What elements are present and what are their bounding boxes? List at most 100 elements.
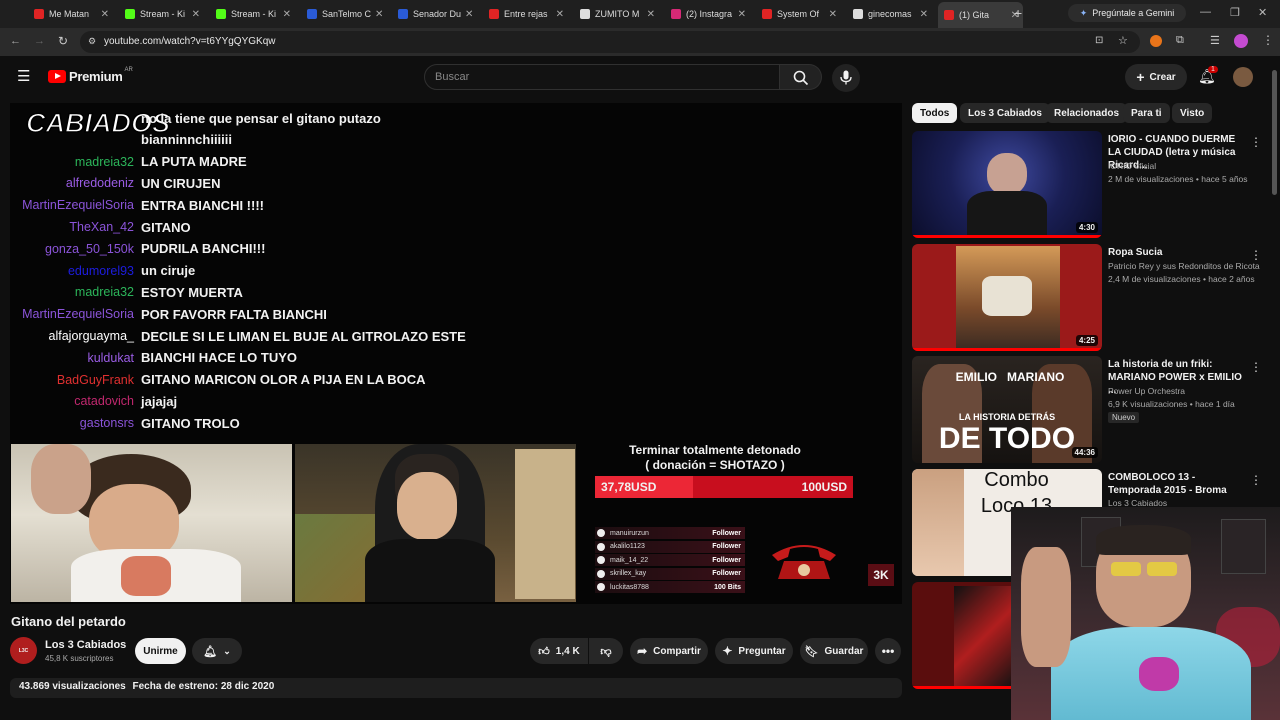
tab-close-icon[interactable]: ✕: [916, 9, 928, 20]
forward-icon[interactable]: →: [34, 35, 45, 47]
browser-tab[interactable]: Stream - Ki ✕: [210, 4, 295, 24]
plus-icon: +: [1136, 69, 1145, 85]
chat-text: PUDRILA BANCHI!!!: [141, 241, 266, 257]
chat-username: TheXan_42: [69, 220, 134, 234]
tab-close-icon[interactable]: ✕: [97, 9, 109, 20]
share-button[interactable]: ➦ Compartir: [630, 638, 708, 664]
video-meta: 2,4 M de visualizaciones • hace 2 años: [1108, 274, 1255, 284]
reload-icon[interactable]: ↻: [58, 34, 68, 48]
join-button[interactable]: Unirme: [135, 638, 186, 664]
more-options-icon[interactable]: ⋮: [1250, 248, 1262, 262]
video-thumbnail[interactable]: EMILIO MARIANO LA HISTORIA DETRÁS DE TOD…: [912, 356, 1102, 463]
save-label: Guardar: [824, 645, 864, 657]
search-input[interactable]: Buscar: [424, 64, 780, 90]
browser-tab[interactable]: Senador Du ✕: [392, 4, 477, 24]
red-telephone-image: [766, 539, 842, 588]
sidebar-scrollbar[interactable]: [1272, 70, 1277, 195]
viewer-badge: 3K: [868, 564, 894, 586]
browser-tab[interactable]: Me Matan ✕: [28, 4, 113, 24]
youtube-logo[interactable]: Premium AR: [48, 67, 133, 84]
site-info-icon[interactable]: ⚙: [88, 36, 96, 47]
channel-avatar[interactable]: L3C: [10, 637, 37, 664]
install-icon[interactable]: ⊡: [1095, 35, 1103, 46]
video-thumbnail[interactable]: 4:30: [912, 131, 1102, 238]
browser-tab[interactable]: (2) Instagra ✕: [665, 4, 750, 24]
search-icon: [793, 70, 809, 86]
browser-tab[interactable]: System Of ✕: [756, 4, 841, 24]
ask-button[interactable]: ✦ Preguntar: [715, 638, 793, 664]
reading-list-icon[interactable]: ☰: [1210, 34, 1220, 47]
tab-favicon-icon: [34, 9, 44, 19]
chat-message: catadovich jajajaj: [10, 390, 710, 412]
address-bar[interactable]: ⚙ youtube.com/watch?v=t6YYgQYGKqw ⊡ ☆: [80, 31, 1140, 53]
chat-message: MartinEzequielSoria ENTRA BIANCHI !!!!: [10, 194, 710, 216]
gemini-button[interactable]: ✦ Pregúntale a Gemini: [1068, 4, 1186, 22]
browser-toolbar: ← → ↻ ⚙ youtube.com/watch?v=t6YYgQYGKqw …: [0, 28, 1280, 56]
more-options-icon[interactable]: ⋮: [1250, 473, 1262, 487]
extension-icon[interactable]: [1150, 35, 1162, 47]
restore-icon[interactable]: ❐: [1230, 6, 1240, 19]
tab-close-icon[interactable]: ✕: [279, 9, 291, 20]
filter-chip[interactable]: Relacionados: [1046, 103, 1128, 123]
tab-label: (2) Instagra: [686, 9, 733, 19]
video-thumbnail[interactable]: 4:25: [912, 244, 1102, 351]
filter-chip[interactable]: Visto: [1172, 103, 1213, 123]
search-button[interactable]: [780, 64, 822, 90]
channel-name[interactable]: Los 3 Cabiados: [45, 639, 126, 651]
event-icon: [597, 542, 605, 551]
more-actions-button[interactable]: •••: [875, 638, 901, 664]
tab-close-icon[interactable]: ✕: [371, 9, 383, 20]
back-icon[interactable]: ←: [10, 35, 21, 47]
recommended-video[interactable]: 4:30 IORIO - CUANDO DUERME LA CIUDAD (le…: [912, 131, 1270, 239]
save-button[interactable]: 🔖︎ Guardar: [800, 638, 868, 664]
chat-username: BadGuyFrank: [56, 372, 134, 387]
profile-avatar[interactable]: [1234, 34, 1248, 48]
bookmark-star-icon[interactable]: ☆: [1118, 34, 1128, 47]
description-box[interactable]: 43.869 visualizaciones Fecha de estreno:…: [10, 678, 902, 698]
tab-close-icon[interactable]: ✕: [552, 9, 564, 20]
minimize-icon[interactable]: —: [1200, 6, 1211, 18]
create-button[interactable]: + Crear: [1125, 64, 1187, 90]
tab-close-icon[interactable]: ✕: [643, 9, 655, 20]
event-name: maik_14_22: [610, 556, 649, 564]
browser-tab[interactable]: ginecomas ✕: [847, 4, 932, 24]
account-avatar[interactable]: [1233, 67, 1253, 87]
tab-favicon-icon: [398, 9, 408, 19]
dislike-button[interactable]: 👎︎: [589, 638, 623, 664]
follow-event-row: manuirurzun Follower: [595, 527, 745, 539]
notification-count-badge: 1: [1208, 66, 1218, 73]
new-tab-button[interactable]: +: [1014, 5, 1022, 21]
chat-message: gastonsrs GITANO TROLO: [10, 412, 710, 434]
close-window-icon[interactable]: ✕: [1258, 6, 1267, 19]
subscribed-bell-button[interactable]: 🔔︎ ⌄: [192, 638, 242, 664]
filter-chip[interactable]: Todos: [912, 103, 958, 123]
browser-tab[interactable]: Stream - Ki ✕: [119, 4, 204, 24]
tab-close-icon[interactable]: ✕: [734, 9, 746, 20]
recommended-video[interactable]: EMILIO MARIANO LA HISTORIA DETRÁS DE TOD…: [912, 356, 1270, 464]
browser-tab[interactable]: (1) Gita ✕: [938, 2, 1023, 28]
event-name: manuirurzun: [610, 529, 649, 537]
tab-close-icon[interactable]: ✕: [188, 9, 200, 20]
tab-close-icon[interactable]: ✕: [825, 9, 837, 20]
browser-tab[interactable]: Entre rejas ✕: [483, 4, 568, 24]
donation-target: 100USD: [801, 480, 847, 494]
more-options-icon[interactable]: ⋮: [1250, 360, 1262, 374]
like-button[interactable]: 👍︎ 1,4 K: [530, 638, 588, 664]
donation-goal-bar: 37,78USD 100USD: [595, 476, 853, 498]
thumbnail-text: LA HISTORIA DETRÁS: [958, 412, 1056, 422]
video-player[interactable]: CABIADOS no la tiene que pensar el gitan…: [10, 103, 902, 604]
recommended-video[interactable]: 4:25 Ropa Sucia Patricio Rey y sus Redon…: [912, 244, 1270, 352]
browser-menu-icon[interactable]: ⋮: [1262, 33, 1274, 47]
browser-tab[interactable]: SanTelmo C ✕: [301, 4, 386, 24]
tab-favicon-icon: [762, 9, 772, 19]
extensions-puzzle-icon[interactable]: ⧉: [1176, 34, 1184, 47]
more-options-icon[interactable]: ⋮: [1250, 135, 1262, 149]
tab-close-icon[interactable]: ✕: [461, 9, 473, 20]
filter-chip[interactable]: Para ti: [1123, 103, 1170, 123]
event-icon: [597, 569, 605, 578]
hamburger-menu-icon[interactable]: ☰: [17, 67, 30, 85]
browser-tab[interactable]: ZUMITO M ✕: [574, 4, 659, 24]
voice-search-button[interactable]: [832, 64, 860, 92]
filter-chip[interactable]: Los 3 Cabiados: [960, 103, 1050, 123]
event-type: Follower: [712, 570, 741, 577]
